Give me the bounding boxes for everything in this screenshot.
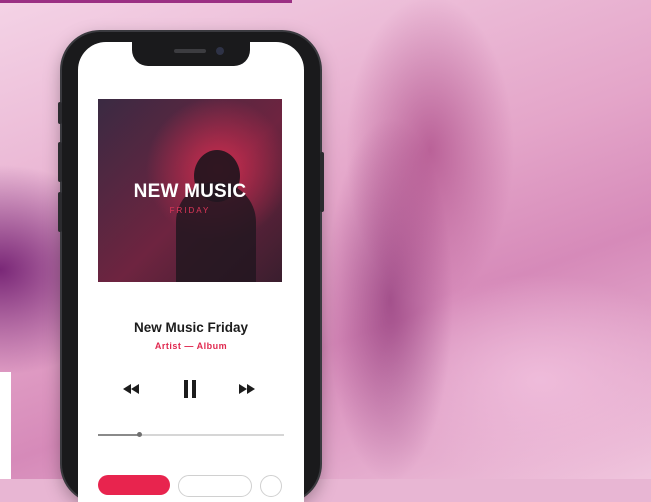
phone-mockup: NEW MUSIC FRIDAY New Music Friday Artist…: [58, 32, 324, 502]
progress-knob[interactable]: [136, 432, 142, 437]
power-button: [320, 152, 324, 212]
pause-icon[interactable]: [178, 377, 202, 401]
speaker-grille: [174, 49, 206, 53]
primary-action-button[interactable]: [98, 475, 170, 495]
volume-down-button: [58, 192, 62, 232]
phone-screen: NEW MUSIC FRIDAY New Music Friday Artist…: [78, 42, 304, 502]
fast-forward-icon[interactable]: [234, 377, 260, 401]
top-accent-strip: [0, 0, 292, 3]
track-title: New Music Friday: [133, 320, 249, 335]
playback-controls: [78, 377, 304, 401]
left-edge-block: [0, 372, 11, 479]
progress-fill: [98, 434, 139, 436]
cover-title: NEW MUSIC: [133, 181, 247, 202]
notch: [132, 42, 250, 66]
cover-subtitle: FRIDAY: [169, 206, 211, 215]
track-artist-album[interactable]: Artist — Album: [78, 341, 304, 351]
progress-bar[interactable]: [98, 432, 284, 437]
silent-switch: [58, 102, 62, 124]
more-button[interactable]: [260, 475, 282, 497]
volume-up-button: [58, 142, 62, 182]
front-camera: [216, 47, 224, 55]
album-cover[interactable]: NEW MUSIC FRIDAY: [98, 99, 282, 282]
rewind-icon[interactable]: [118, 377, 144, 401]
secondary-action-button[interactable]: [178, 475, 252, 497]
